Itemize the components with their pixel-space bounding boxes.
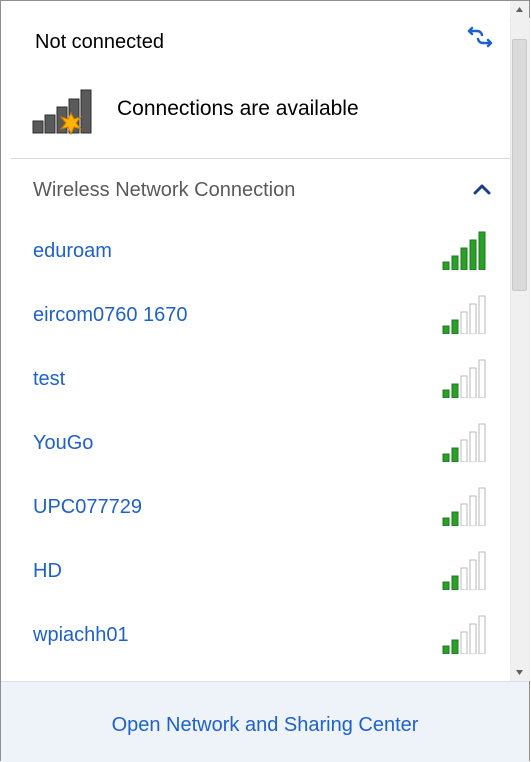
signal-bar (460, 503, 468, 526)
signal-bar (469, 431, 477, 462)
signal-bar (442, 517, 450, 526)
signal-bar (451, 383, 459, 398)
signal-bar (469, 495, 477, 526)
chevron-up-icon[interactable] (471, 179, 493, 199)
signal-bar (469, 559, 477, 590)
wifi-signal-icon (442, 295, 486, 334)
signal-bar (451, 255, 459, 270)
signal-bar (442, 261, 450, 270)
section-divider (11, 158, 510, 159)
signal-bar (460, 247, 468, 270)
connection-status-title: Not connected (35, 31, 164, 53)
network-item[interactable]: eduroam (11, 222, 510, 286)
network-item[interactable]: wpiachh01 (11, 606, 510, 670)
connections-available-text: Connections are available (117, 97, 359, 120)
signal-bar (442, 325, 450, 334)
network-item[interactable]: test (11, 350, 510, 414)
signal-bar (460, 567, 468, 590)
network-flyout: Not connected Connections are available … (0, 0, 530, 762)
open-network-sharing-center-link[interactable]: Open Network and Sharing Center (1, 714, 529, 737)
wifi-signal-icon (442, 615, 486, 654)
wifi-signal-icon (442, 231, 486, 270)
signal-bar (478, 359, 486, 398)
signal-bar (478, 231, 486, 270)
signal-bar (460, 375, 468, 398)
signal-bar (442, 645, 450, 654)
flyout-content: Not connected Connections are available … (11, 1, 510, 681)
scrollbar-thumb[interactable] (512, 39, 527, 291)
wifi-signal-icon (442, 359, 486, 398)
network-item[interactable]: YouGo (11, 414, 510, 478)
signal-bar (442, 453, 450, 462)
signal-bar (460, 311, 468, 334)
network-name: eduroam (33, 240, 112, 262)
signal-bar (451, 447, 459, 462)
signal-bar (451, 575, 459, 590)
network-item[interactable]: UPC077729 (11, 478, 510, 542)
footer: Open Network and Sharing Center (1, 681, 529, 762)
scroll-down-arrow-icon (516, 670, 523, 675)
section-title: Wireless Network Connection (33, 179, 296, 201)
scroll-down-button[interactable] (510, 664, 529, 681)
signal-bar (478, 615, 486, 654)
network-item[interactable]: HD (11, 542, 510, 606)
network-signal-warning-icon (32, 89, 92, 135)
signal-bar (469, 239, 477, 270)
signal-bar (460, 439, 468, 462)
scroll-up-arrow-icon (516, 7, 523, 12)
scroll-up-button[interactable] (510, 1, 529, 18)
signal-bar (451, 511, 459, 526)
signal-bar (478, 487, 486, 526)
network-name: YouGo (33, 432, 94, 454)
signal-bar (469, 303, 477, 334)
signal-bar (469, 367, 477, 398)
wifi-signal-icon (442, 551, 486, 590)
network-name: wpiachh01 (33, 624, 129, 646)
network-name: UPC077729 (33, 496, 142, 518)
signal-bar (478, 423, 486, 462)
signal-bar (460, 631, 468, 654)
signal-bar (451, 639, 459, 654)
wifi-signal-icon (442, 423, 486, 462)
network-item[interactable]: eircom0760 1670 (11, 286, 510, 350)
network-name: test (33, 368, 66, 390)
network-name: eircom0760 1670 (33, 304, 188, 326)
refresh-arrows-icon[interactable] (463, 25, 497, 49)
signal-bar (478, 295, 486, 334)
signal-bar (469, 623, 477, 654)
signal-bar (442, 581, 450, 590)
signal-bar (478, 551, 486, 590)
wifi-signal-icon (442, 487, 486, 526)
signal-bar (442, 389, 450, 398)
network-name: HD (33, 560, 62, 582)
signal-bar (451, 319, 459, 334)
